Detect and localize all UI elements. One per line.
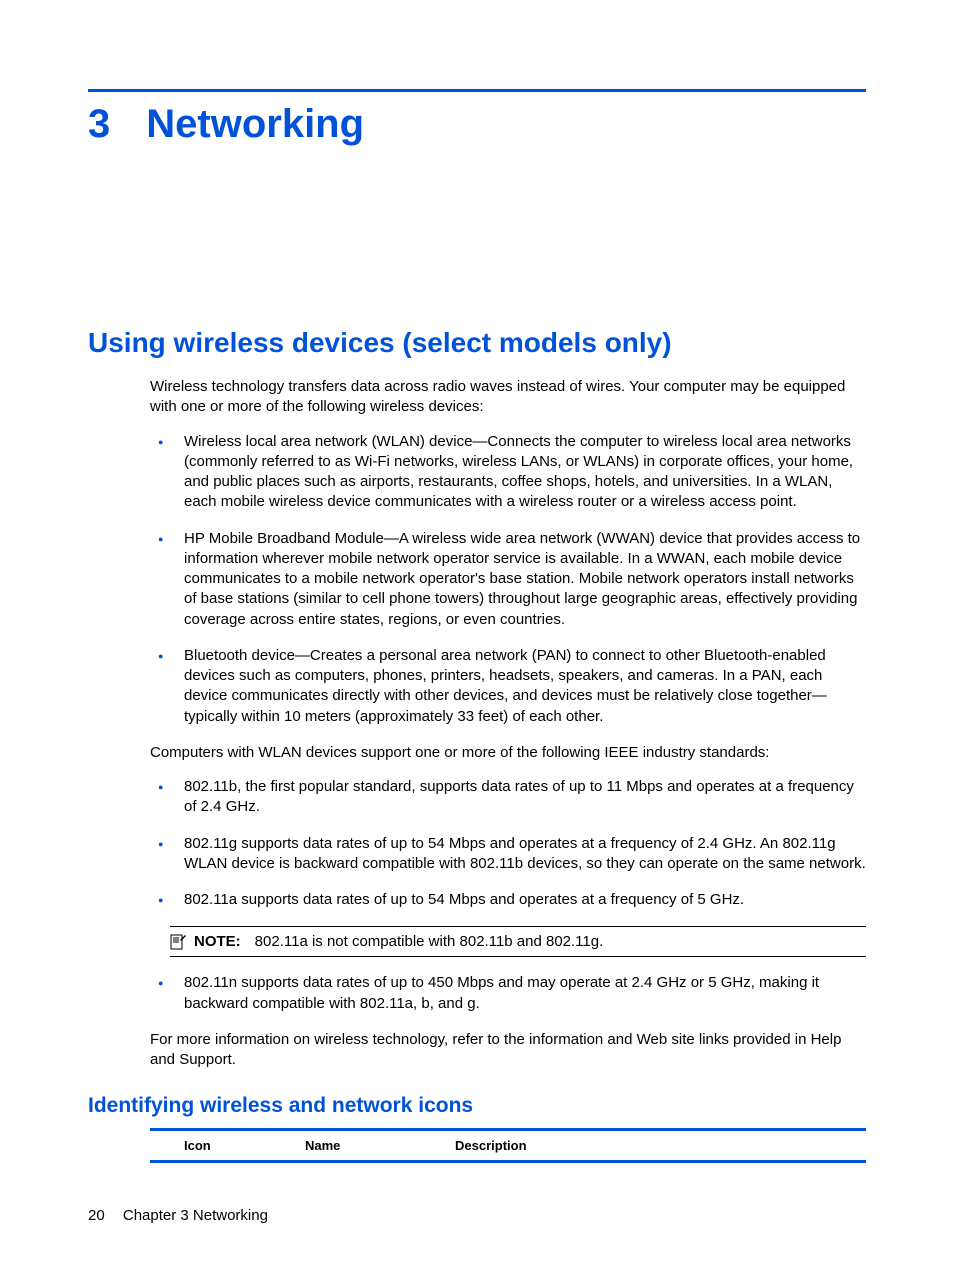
note-label: NOTE:: [194, 933, 241, 950]
chapter-title: Networking: [146, 102, 364, 147]
table-header-icon: Icon: [150, 1138, 305, 1153]
page-footer: 20 Chapter 3 Networking: [88, 1207, 268, 1224]
list-item: Wireless local area network (WLAN) devic…: [150, 432, 866, 513]
standards-list-a: 802.11b, the first popular standard, sup…: [150, 777, 866, 910]
chapter-number: 3: [88, 102, 110, 147]
table-header-description: Description: [455, 1138, 866, 1153]
table-header-name: Name: [305, 1138, 455, 1153]
standards-list-b: 802.11n supports data rates of up to 450…: [150, 973, 866, 1014]
list-item: Bluetooth device—Creates a personal area…: [150, 646, 866, 727]
more-info-paragraph: For more information on wireless technol…: [150, 1030, 866, 1071]
list-item: 802.11n supports data rates of up to 450…: [150, 973, 866, 1014]
page-number: 20: [88, 1207, 105, 1224]
icons-table: Icon Name Description: [150, 1128, 866, 1163]
note-box: NOTE: 802.11a is not compatible with 802…: [170, 926, 866, 957]
standards-paragraph: Computers with WLAN devices support one …: [150, 743, 866, 763]
table-header-row: Icon Name Description: [150, 1131, 866, 1163]
list-item: 802.11a supports data rates of up to 54 …: [150, 890, 866, 910]
list-item: 802.11b, the first popular standard, sup…: [150, 777, 866, 818]
note-text: 802.11a is not compatible with 802.11b a…: [255, 933, 604, 950]
section-heading-wireless-devices: Using wireless devices (select models on…: [88, 327, 866, 359]
device-list: Wireless local area network (WLAN) devic…: [150, 432, 866, 727]
note-icon: [170, 934, 186, 950]
chapter-header: 3 Networking: [88, 102, 866, 147]
list-item: HP Mobile Broadband Module—A wireless wi…: [150, 529, 866, 630]
footer-text: Chapter 3 Networking: [123, 1207, 268, 1224]
section-heading-icons: Identifying wireless and network icons: [88, 1094, 866, 1118]
intro-paragraph: Wireless technology transfers data acros…: [150, 377, 866, 418]
list-item: 802.11g supports data rates of up to 54 …: [150, 834, 866, 875]
top-rule: [88, 89, 866, 92]
